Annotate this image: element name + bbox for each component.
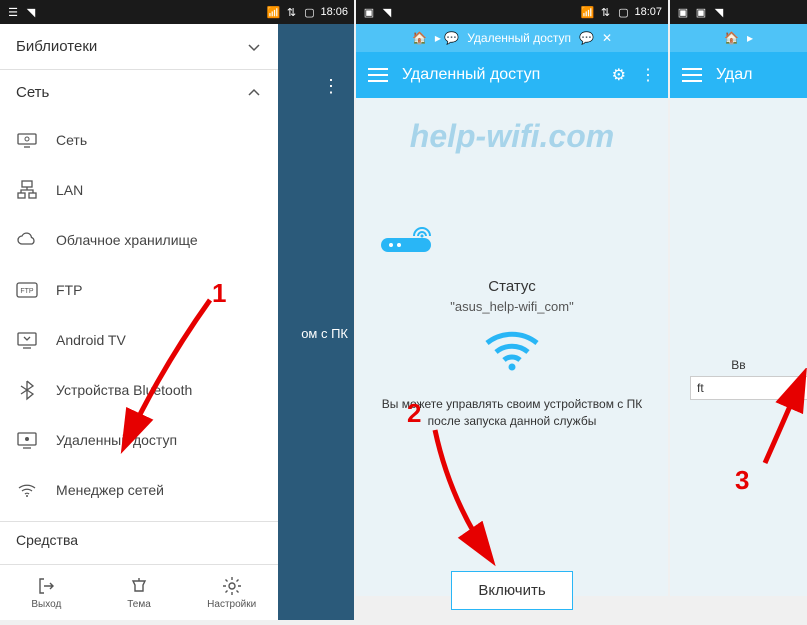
nav-label: Выход xyxy=(31,599,61,610)
breadcrumb-strip[interactable]: 🏠 ▸ xyxy=(670,24,807,52)
nav-settings[interactable]: Настройки xyxy=(185,565,278,620)
section-network[interactable]: Сеть xyxy=(0,70,278,115)
kebab-menu-icon[interactable]: ⋮ xyxy=(640,65,656,85)
clock: 18:06 xyxy=(320,6,348,18)
screenshot-icon: ▣ xyxy=(676,5,690,19)
kebab-menu-icon[interactable]: ⋮ xyxy=(322,76,340,97)
menu-item-cloud[interactable]: Облачное хранилище xyxy=(0,215,278,265)
arrow-2 xyxy=(420,420,510,570)
menu-label: LAN xyxy=(56,182,83,198)
chevron-down-icon xyxy=(246,39,262,55)
network-label: Сеть xyxy=(16,84,49,101)
signal-icon: 📶 xyxy=(580,5,594,19)
page-title: Удаленный доступ xyxy=(402,66,598,84)
section-tools[interactable]: Средства xyxy=(0,522,94,558)
page-title: Удал xyxy=(716,66,795,84)
shield-icon: ◥ xyxy=(24,5,38,19)
nav-exit[interactable]: Выход xyxy=(0,565,93,620)
bg-text: ом с ПК xyxy=(301,326,348,341)
ftp-icon: FTP xyxy=(16,279,38,301)
status-bar: ☰ ◥ 📶 ⇅ ▢ 18:06 xyxy=(0,0,354,24)
hamburger-icon[interactable] xyxy=(368,68,388,82)
gear-icon[interactable]: ⚙ xyxy=(612,65,626,85)
svg-text:FTP: FTP xyxy=(20,288,34,295)
breadcrumb-strip[interactable]: 🏠 ▸ 💬 Удаленный доступ 💬 ✕ xyxy=(356,24,668,52)
content-area: Вв xyxy=(670,98,807,596)
shield-icon: ◥ xyxy=(712,5,726,19)
battery-icon: ▢ xyxy=(616,5,630,19)
status-bar: ▣ ▣ ◥ xyxy=(670,0,807,24)
chat-icon: 💬 xyxy=(579,31,594,45)
shield-icon: ◥ xyxy=(380,5,394,19)
tools-label: Средства xyxy=(16,532,78,548)
close-icon[interactable]: ✕ xyxy=(602,31,612,45)
home-icon: 🏠 xyxy=(724,31,739,45)
enable-button[interactable]: Включить xyxy=(451,571,572,610)
menu-label: Сеть xyxy=(56,132,87,148)
nav-label: Тема xyxy=(127,599,151,610)
data-icon: ⇅ xyxy=(284,5,298,19)
data-icon: ⇅ xyxy=(598,5,612,19)
cloud-icon xyxy=(16,229,38,251)
menu-label: Облачное хранилище xyxy=(56,232,198,248)
gear-icon xyxy=(222,576,242,596)
content-area: help-wifi.com Статус "asus_help-wifi_com… xyxy=(356,98,668,596)
bluetooth-icon xyxy=(16,379,38,401)
section-libraries[interactable]: Библиотеки xyxy=(0,24,278,69)
status-label: Статус xyxy=(356,278,668,295)
remote-icon xyxy=(16,429,38,451)
router-icon xyxy=(376,208,436,258)
app-bar: 🏠 ▸ Удал xyxy=(670,24,807,98)
menu-item-network-manager[interactable]: Менеджер сетей xyxy=(0,465,278,515)
status-bar: ▣ ◥ 📶 ⇅ ▢ 18:07 xyxy=(356,0,668,24)
notification-icon: ☰ xyxy=(6,5,20,19)
menu-label: Менеджер сетей xyxy=(56,482,164,498)
menu-label: FTP xyxy=(56,282,82,298)
menu-item-lan[interactable]: LAN xyxy=(0,165,278,215)
signal-icon: 📶 xyxy=(266,5,280,19)
status-value: "asus_help-wifi_com" xyxy=(356,299,668,314)
chevron-up-icon xyxy=(246,85,262,101)
annotation-1: 1 xyxy=(212,278,226,309)
theme-icon xyxy=(129,576,149,596)
nav-theme[interactable]: Тема xyxy=(93,565,186,620)
chat-icon: ▸ 💬 xyxy=(435,31,459,45)
wifi-icon xyxy=(482,328,542,373)
clock: 18:07 xyxy=(634,6,662,18)
lan-icon xyxy=(16,179,38,201)
nav-label: Настройки xyxy=(207,599,256,610)
wifi-manager-icon xyxy=(16,479,38,501)
home-icon: 🏠 xyxy=(412,31,427,45)
battery-icon: ▢ xyxy=(302,5,316,19)
hamburger-icon[interactable] xyxy=(682,68,702,82)
menu-item-network[interactable]: Сеть xyxy=(0,115,278,165)
screenshot-icon: ▣ xyxy=(362,5,376,19)
watermark: help-wifi.com xyxy=(356,118,668,155)
screenshot-icon: ▣ xyxy=(694,5,708,19)
arrow-1 xyxy=(100,290,230,460)
annotation-3: 3 xyxy=(735,465,749,496)
annotation-2: 2 xyxy=(407,398,421,429)
libraries-label: Библиотеки xyxy=(16,38,97,55)
background-panel: ⋮ ом с ПК xyxy=(278,24,354,620)
arrow-3 xyxy=(755,368,807,468)
breadcrumb-label: Удаленный доступ xyxy=(467,31,571,45)
bottom-nav: Выход Тема Настройки xyxy=(0,564,278,620)
tv-icon xyxy=(16,329,38,351)
chevron-icon: ▸ xyxy=(747,31,753,45)
network-icon xyxy=(16,129,38,151)
exit-icon xyxy=(36,576,56,596)
app-bar: 🏠 ▸ 💬 Удаленный доступ 💬 ✕ Удаленный дос… xyxy=(356,24,668,98)
description-text: Вы можете управлять своим устройством с … xyxy=(356,396,668,431)
